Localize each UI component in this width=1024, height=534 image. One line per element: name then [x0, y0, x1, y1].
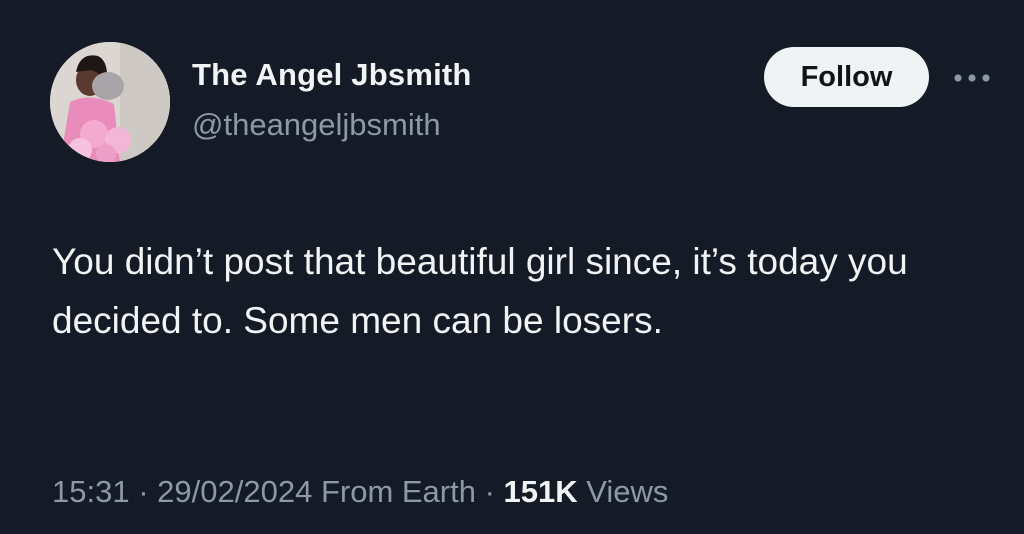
tweet-text: You didn’t post that beautiful girl sinc… — [52, 241, 908, 341]
tweet-time[interactable]: 15:31 — [52, 474, 130, 509]
more-horizontal-icon — [954, 74, 990, 82]
avatar[interactable] — [50, 42, 170, 162]
follow-button[interactable]: Follow — [764, 47, 929, 107]
views-count[interactable]: 151K — [504, 474, 578, 509]
more-options-button[interactable] — [948, 62, 996, 94]
views-label[interactable]: Views — [586, 474, 668, 509]
author-handle[interactable]: @theangeljbsmith — [192, 107, 441, 143]
avatar-photo — [50, 42, 170, 162]
tweet-date[interactable]: 29/02/2024 — [157, 474, 312, 509]
tweet-source: From Earth — [320, 474, 476, 509]
meta-separator: · — [484, 474, 495, 509]
author-display-name[interactable]: The Angel Jbsmith — [192, 57, 472, 93]
tweet-card: The Angel Jbsmith @theangeljbsmith Follo… — [0, 0, 1024, 534]
tweet-meta: 15:31 · 29/02/2024 From Earth · 151K Vie… — [52, 474, 668, 510]
meta-separator: · — [138, 474, 149, 509]
